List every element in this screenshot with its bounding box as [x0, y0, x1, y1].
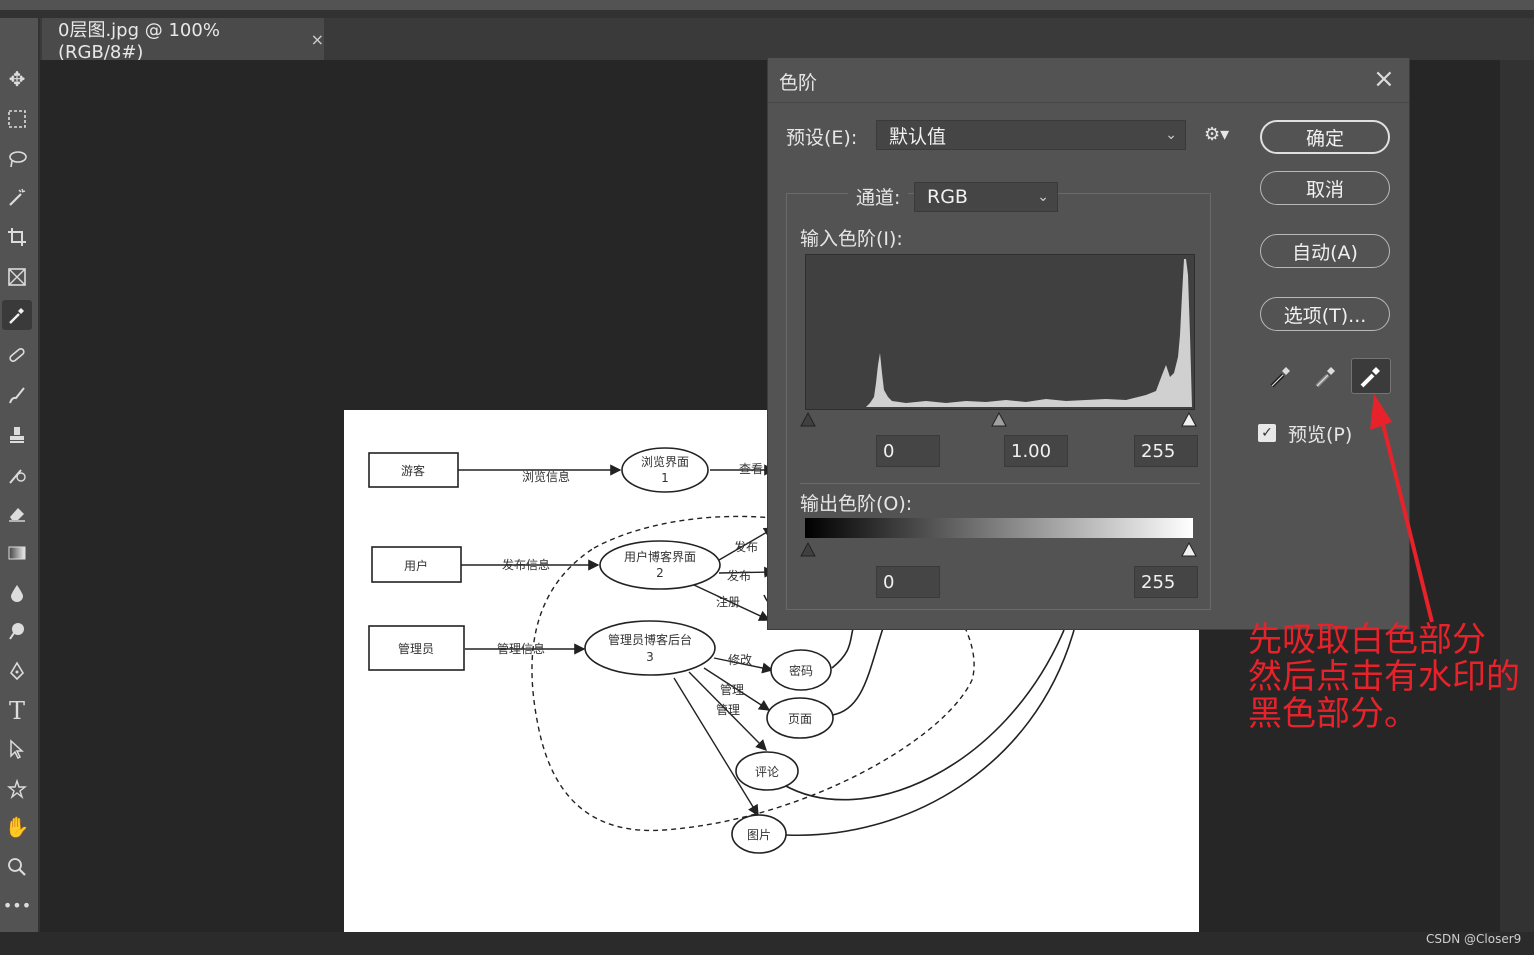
chevron-down-icon: ⌄ [1165, 127, 1177, 143]
input-levels-label: 输入色阶(I): [800, 228, 903, 250]
auto-button[interactable]: 自动(A) [1260, 234, 1390, 268]
histogram [805, 254, 1195, 410]
status-bar [0, 932, 1534, 955]
dialog-title: 色阶 [779, 72, 818, 94]
lasso-tool-icon[interactable] [2, 144, 32, 174]
edge-register: 注册 [716, 594, 740, 609]
history-brush-tool-icon[interactable] [2, 460, 32, 490]
node-admin-backend: 管理员博客后台 [608, 632, 692, 647]
edge-browse-info: 浏览信息 [522, 469, 570, 484]
more-tools-icon[interactable]: ••• [2, 890, 32, 920]
cancel-button[interactable]: 取消 [1260, 171, 1390, 205]
hand-tool-icon[interactable]: ✋ [2, 812, 32, 842]
histogram-graph [866, 259, 1192, 407]
gray-point-eyedropper-icon[interactable] [1308, 358, 1344, 394]
output-sliders[interactable] [798, 538, 1198, 560]
white-point-eyedropper-icon[interactable] [1351, 358, 1391, 394]
annotation-line-3: 黑色部分。 [1248, 694, 1418, 734]
healing-brush-tool-icon[interactable] [2, 340, 32, 370]
chevron-down-icon: ⌄ [1037, 189, 1049, 205]
ok-button[interactable]: 确定 [1260, 120, 1390, 154]
document-tab[interactable]: 0层图.jpg @ 100%(RGB/8#) × [42, 18, 324, 63]
options-button[interactable]: 选项(T)... [1260, 297, 1390, 331]
crop-tool-icon[interactable] [2, 222, 32, 252]
input-white-field[interactable]: 255 [1134, 435, 1198, 467]
annotation-arrow [1370, 394, 1434, 623]
edge-publish-1: 发布 [734, 539, 758, 554]
csdn-watermark: CSDN @Closer9 [1426, 932, 1522, 946]
preset-label: 预设(E): [786, 127, 858, 149]
output-gradient [805, 518, 1193, 538]
eraser-tool-icon[interactable] [2, 498, 32, 528]
levels-dialog: 色阶 × 预设(E): 默认值 ⌄ ⚙▾ 通道: RGB ⌄ 输入色阶(I): … [767, 57, 1410, 630]
tab-close-icon[interactable]: × [311, 30, 324, 49]
preset-value: 默认值 [889, 125, 947, 148]
preview-checkbox[interactable]: ✓ [1258, 424, 1276, 442]
preview-label: 预览(P) [1288, 424, 1353, 446]
input-black-field[interactable]: 0 [876, 435, 940, 467]
annotation-line-2: 然后点击有水印的 [1248, 657, 1520, 697]
move-tool-icon[interactable]: ✥ [2, 64, 32, 94]
annotation-text: 先吸取白色部分 然后点击有水印的 黑色部分。 [1248, 622, 1534, 733]
edge-post-info: 发布信息 [502, 557, 550, 572]
node-comment: 评论 [755, 765, 779, 779]
node-user-blog-ui: 用户博客界面 [624, 549, 696, 564]
type-tool-icon[interactable]: T [2, 696, 32, 726]
blur-tool-icon[interactable] [2, 578, 32, 608]
preset-gear-icon[interactable]: ⚙▾ [1204, 124, 1229, 145]
document-tab-label: 0层图.jpg @ 100%(RGB/8#) [58, 19, 220, 63]
edge-manage-1: 管理 [720, 682, 744, 697]
node-visitor: 游客 [401, 463, 425, 478]
output-black-field[interactable]: 0 [876, 566, 940, 598]
output-levels-label: 输出色阶(O): [800, 493, 913, 515]
node-browse-ui: 浏览界面 [641, 454, 689, 469]
node-page: 页面 [788, 712, 812, 726]
input-gamma-field[interactable]: 1.00 [1004, 435, 1068, 467]
node-browse-ui-num: 1 [661, 471, 669, 485]
zoom-tool-icon[interactable] [2, 852, 32, 882]
magic-wand-tool-icon[interactable] [2, 182, 32, 212]
node-picture: 图片 [747, 828, 771, 842]
app-top-bar [0, 0, 1534, 10]
edge-manage-2: 管理 [716, 702, 740, 717]
eyedropper-tool-icon[interactable] [2, 300, 32, 330]
edge-modify: 修改 [728, 652, 752, 667]
black-point-eyedropper-icon[interactable] [1263, 358, 1299, 394]
annotation-line-1: 先吸取白色部分 [1248, 620, 1486, 660]
preset-select[interactable]: 默认值 ⌄ [876, 120, 1186, 150]
node-user-blog-ui-num: 2 [656, 566, 664, 580]
edge-publish-2: 发布 [727, 568, 751, 583]
marquee-tool-icon[interactable] [2, 104, 32, 134]
edge-manage-info: 管理信息 [497, 641, 545, 656]
path-selection-tool-icon[interactable] [2, 734, 32, 764]
input-sliders[interactable] [798, 408, 1198, 430]
dialog-close-icon[interactable]: × [1373, 64, 1395, 94]
brush-tool-icon[interactable] [2, 380, 32, 410]
channel-select[interactable]: RGB ⌄ [914, 182, 1058, 212]
channel-value: RGB [927, 186, 968, 208]
custom-shape-tool-icon[interactable] [2, 774, 32, 804]
channel-label: 通道: [848, 183, 909, 210]
node-password: 密码 [789, 663, 813, 678]
node-admin-backend-num: 3 [646, 650, 654, 664]
output-white-field[interactable]: 255 [1134, 566, 1198, 598]
dodge-tool-icon[interactable] [2, 616, 32, 646]
vertical-scrollbar[interactable] [1500, 60, 1528, 932]
frame-tool-icon[interactable] [2, 262, 32, 292]
tools-panel: ✥ T ✋ ••• [0, 18, 38, 938]
node-user: 用户 [404, 558, 428, 573]
pen-tool-icon[interactable] [2, 656, 32, 686]
edge-view: 查看 [739, 462, 763, 476]
clone-stamp-tool-icon[interactable] [2, 420, 32, 450]
node-admin: 管理员 [398, 641, 434, 656]
gradient-tool-icon[interactable] [2, 538, 32, 568]
